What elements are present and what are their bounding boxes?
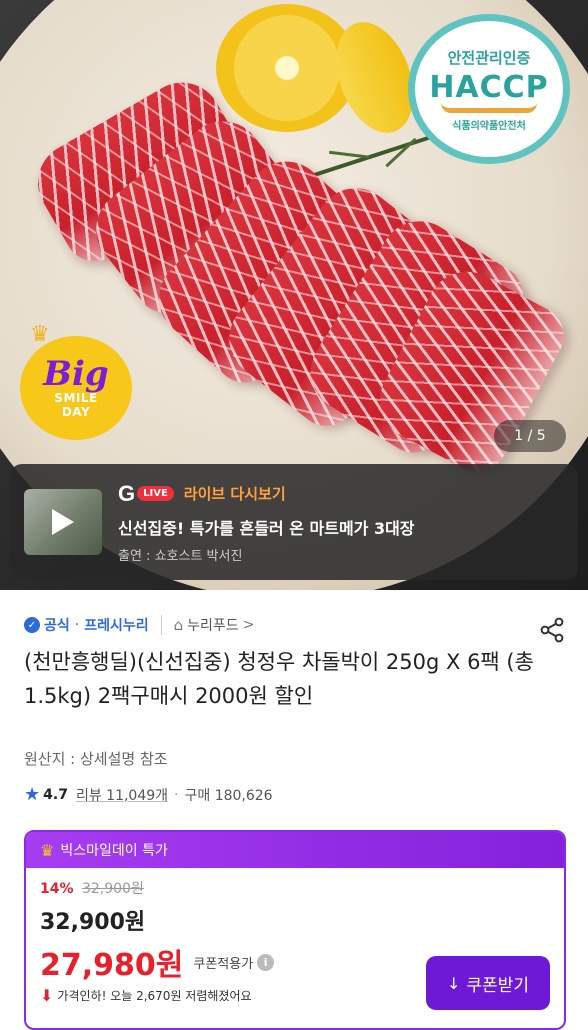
badge-big-text: Big: [43, 354, 109, 394]
g-logo: G: [118, 480, 136, 506]
crown-icon: ♛: [40, 840, 55, 860]
image-counter: 1 / 5: [494, 420, 566, 452]
deal-header: ♛ 빅스마일데이 특가: [26, 832, 564, 868]
rating-row: ★ 4.7 리뷰 11,049개 · 구매 180,626: [24, 784, 273, 805]
haccp-main-text: HACCP: [429, 69, 549, 105]
regular-price: 32,900원: [40, 910, 146, 935]
product-title: (천만흥행딜)(신선집중) 청정우 차돌박이 250g X 6팩 (총 1.5k…: [24, 650, 534, 708]
review-count-link[interactable]: 리뷰 11,049개: [76, 785, 168, 805]
haccp-bottom-text: 식품의약품안전처: [452, 120, 526, 132]
share-icon[interactable]: [538, 616, 566, 644]
deal-header-label: 빅스마일데이 특가: [60, 843, 168, 859]
discount-percent: 14%: [40, 881, 74, 897]
badge-smile-text: SMILE: [54, 391, 98, 405]
haccp-certification-badge: 안전관리인증 HACCP 식품의약품안전처: [408, 14, 570, 164]
price-drop-text: 가격인하! 오늘 2,670원 저렴해졌어요: [57, 989, 252, 1003]
live-title: 신선집중! 특가를 흔들러 온 마트메가 3대장: [118, 518, 415, 538]
chevron-right-icon[interactable]: >: [243, 617, 255, 633]
haccp-top-text: 안전관리인증: [447, 48, 531, 67]
haccp-arc-icon: [441, 103, 537, 113]
dot-separator: ·: [74, 617, 80, 633]
purchase-count: 구매 180,626: [184, 787, 273, 804]
official-label[interactable]: 공식: [44, 615, 70, 635]
rating-score: 4.7: [43, 786, 68, 803]
original-price: 32,900원: [81, 881, 144, 897]
info-icon[interactable]: i: [257, 953, 275, 971]
arrow-down-icon: ⬇: [40, 986, 54, 1005]
badge-day-text: DAY: [61, 405, 91, 419]
live-replay-label: 라이브 다시보기: [183, 485, 286, 503]
bullet-separator: ·: [174, 786, 179, 803]
product-origin: 원산지 : 상세설명 참조: [24, 750, 168, 768]
live-thumbnail[interactable]: [24, 489, 102, 555]
official-check-icon: ✓: [24, 617, 40, 633]
live-cast: 출연 : 쇼호스트 박서진: [118, 548, 243, 564]
seller-link[interactable]: 프레시누리: [84, 615, 148, 635]
product-image-carousel[interactable]: 안전관리인증 HACCP 식품의약품안전처 ♛ Big SMILE DAY 1 …: [0, 0, 588, 590]
star-icon: ★: [24, 784, 41, 805]
coupon-price-label: 쿠폰적용가: [193, 956, 254, 972]
store-row: ✓ 공식 · 프레시누리 ⌂ 누리푸드 >: [24, 612, 564, 638]
coupon-button-label: 쿠폰받기: [466, 975, 529, 996]
home-icon[interactable]: ⌂: [174, 616, 184, 634]
divider: [160, 615, 162, 635]
brand-link[interactable]: 누리푸드: [187, 615, 239, 635]
play-icon[interactable]: [52, 509, 74, 535]
live-badge: LIVE: [137, 486, 174, 501]
live-replay-banner[interactable]: G LIVE 라이브 다시보기 신선집중! 특가를 흔들러 온 마트메가 3대장…: [10, 464, 578, 580]
big-smile-day-badge: ♛ Big SMILE DAY: [20, 322, 132, 440]
download-icon: ↓: [447, 973, 461, 993]
special-deal-box: ♛ 빅스마일데이 특가 14% 32,900원 32,900원 27,980원 …: [24, 830, 566, 1030]
get-coupon-button[interactable]: ↓ 쿠폰받기: [426, 956, 550, 1010]
coupon-price: 27,980원: [40, 948, 184, 983]
